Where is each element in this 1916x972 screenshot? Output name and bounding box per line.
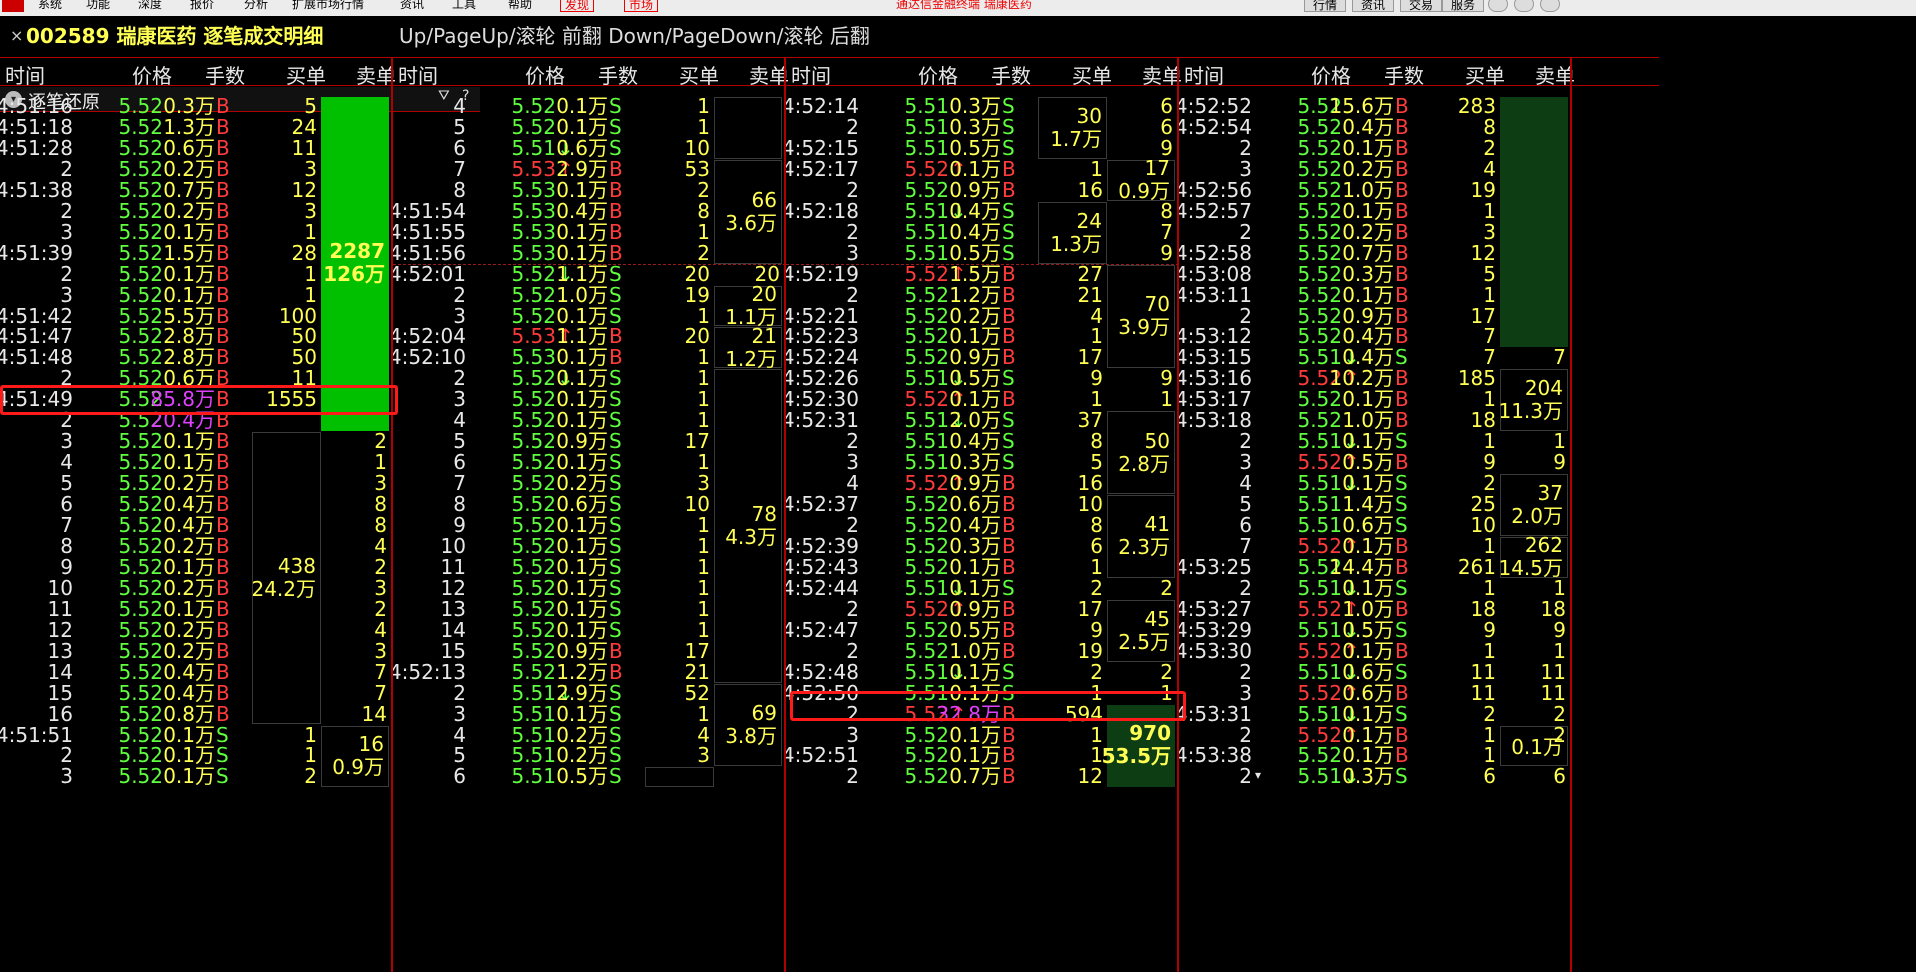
header-price: 价格 [918,64,958,88]
menu-item-tools[interactable]: 工具 [452,0,476,12]
tick-time: 3 [60,764,73,789]
top-button-service[interactable]: 服务 [1442,0,1485,12]
minimize-icon[interactable] [1488,0,1508,12]
tick-price: 5.52 [904,764,949,789]
header-time: 时间 [5,64,45,88]
header-buy-order: 买单 [1072,64,1112,88]
buy-order-count: 6 [1483,764,1496,789]
menu-item-analysis[interactable]: 分析 [244,0,268,12]
tick-time: 2 [846,764,859,789]
menu-item-system[interactable]: 系统 [38,0,62,12]
header-buy-order: 买单 [286,64,326,88]
buy-order-count: 12 [1077,764,1103,789]
header-sell-order: 卖单 [749,64,789,88]
header-price: 价格 [1311,64,1351,88]
tick-price: 5.51 [511,764,556,789]
header-price: 价格 [132,64,172,88]
header-lots: 手数 [1384,64,1424,88]
header-lots: 手数 [598,64,638,88]
tick-volume: 0.1万 [163,764,215,789]
app-logo-icon [2,0,24,12]
highlight-box [0,385,398,416]
header-lots: 手数 [991,64,1031,88]
restore-icon[interactable] [1514,0,1534,12]
trade-direction: S [216,764,229,789]
trade-direction: B [1002,764,1016,789]
sell-order-count: 6 [1553,764,1566,789]
tick-row[interactable]: 2 5.51 ↓ 0.3万 S 6 6 [1179,764,1659,790]
tick-volume: 0.7万 [949,764,1001,789]
menu-item-help[interactable]: 帮助 [508,0,532,12]
panel-divider [1570,57,1572,972]
header-time: 时间 [398,64,438,88]
header-price: 价格 [525,64,565,88]
menu-item-market[interactable]: 市场 [624,0,659,12]
close-icon[interactable]: × [10,17,23,55]
menu-item-quote[interactable]: 报价 [190,0,214,12]
highlight-box [790,690,1186,721]
window-caption: 通达信金融终端 瑞康医药 [896,0,1032,11]
title-bar: × 002589 瑞康医药 逐笔成交明细 Up/PageUp/滚轮 前翻 Dow… [0,17,1916,55]
trade-direction: S [609,764,622,789]
stock-title: 002589 瑞康医药 逐笔成交明细 [26,24,324,48]
menu-item-function[interactable]: 功能 [86,0,110,12]
menu-item-news[interactable]: 资讯 [400,0,424,12]
column-header: 时间 价格 手数 买单 卖单 [1179,57,1659,88]
menu-bar: 系统 功能 深度 报价 分析 扩展市场行情 资讯 工具 帮助 发现 市场 通达信… [0,0,1916,16]
header-buy-order: 买单 [1465,64,1505,88]
menu-item-extended-market[interactable]: 扩展市场行情 [292,0,364,12]
more-rows-icon[interactable]: ▾ [1255,768,1261,782]
buy-order-count: 2 [304,764,317,789]
header-time: 时间 [1184,64,1224,88]
tick-volume: 0.3万 [1342,764,1394,789]
header-time: 时间 [791,64,831,88]
top-button-trade[interactable]: 交易 [1400,0,1443,12]
top-button-quotes[interactable]: 行情 [1304,0,1347,12]
tick-volume: 0.5万 [556,764,608,789]
tick-time: 2 [1239,764,1252,789]
menu-item-depth[interactable]: 深度 [138,0,162,12]
tick-panel: 时间价格手数买单卖单20411.3万372.0万26214.5万0.1万14:5… [1179,57,1659,972]
menu-item-discover[interactable]: 发现 [560,0,595,12]
header-lots: 手数 [205,64,245,88]
tick-price: 5.51 [1297,764,1342,789]
paging-hint: Up/PageUp/滚轮 前翻 Down/PageDown/滚轮 后翻 [399,24,870,48]
header-sell-order: 卖单 [356,64,396,88]
header-buy-order: 买单 [679,64,719,88]
trade-direction: S [1395,764,1408,789]
top-button-news[interactable]: 资讯 [1352,0,1395,12]
tick-time: 6 [453,764,466,789]
tick-price: 5.52 [118,764,163,789]
header-sell-order: 卖单 [1142,64,1182,88]
header-sell-order: 卖单 [1535,64,1575,88]
close-window-icon[interactable] [1540,0,1560,12]
